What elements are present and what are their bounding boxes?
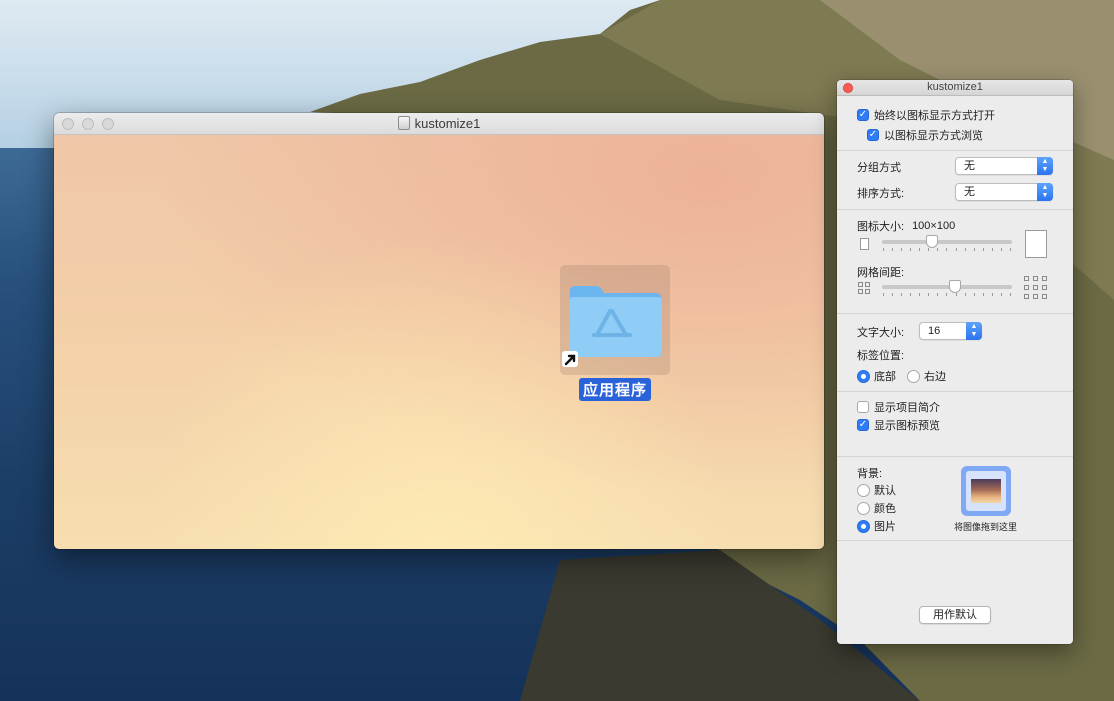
background-image-well[interactable] bbox=[961, 466, 1011, 516]
radio-selected-icon bbox=[857, 369, 870, 383]
show-item-info-checkbox[interactable]: 显示项目简介 bbox=[857, 399, 940, 415]
always-open-icon-view-checkbox[interactable]: ✓ 始终以图标显示方式打开 bbox=[857, 107, 995, 123]
show-icon-preview-checkbox[interactable]: ✓ 显示图标预览 bbox=[857, 417, 940, 433]
checkbox-icon bbox=[857, 401, 869, 413]
checkmark-icon: ✓ bbox=[857, 109, 869, 121]
label-position-right-radio[interactable]: 右边 bbox=[907, 368, 946, 384]
sort-by-select[interactable]: 无 ▲ ▼ bbox=[955, 183, 1053, 201]
grid-spacing-slider-thumb[interactable] bbox=[949, 280, 961, 293]
grid-spacing-slider[interactable] bbox=[882, 285, 1012, 289]
slider-ticks bbox=[883, 293, 1011, 296]
updown-chevron-icon: ▲ ▼ bbox=[1037, 157, 1053, 175]
divider bbox=[837, 313, 1073, 314]
tight-grid-icon bbox=[858, 282, 870, 294]
finder-window: kustomize1 应用程序 bbox=[54, 113, 824, 549]
icon-size-slider[interactable] bbox=[882, 240, 1012, 244]
divider bbox=[837, 456, 1073, 457]
item-selection-highlight bbox=[560, 265, 670, 375]
divider bbox=[837, 391, 1073, 392]
text-size-select[interactable]: 16 ▲ ▼ bbox=[919, 322, 982, 340]
panel-titlebar[interactable]: kustomize1 bbox=[837, 80, 1073, 96]
icon-size-slider-thumb[interactable] bbox=[926, 235, 938, 248]
background-picture-radio[interactable]: 图片 bbox=[857, 518, 896, 534]
drop-hint: 将图像拖到这里 bbox=[954, 522, 1018, 532]
view-options-panel: kustomize1 ✓ 始终以图标显示方式打开 ✓ 以图标显示方式浏览 分组方… bbox=[837, 80, 1073, 644]
radio-icon bbox=[907, 369, 920, 383]
sort-by-label: 排序方式: bbox=[857, 188, 905, 200]
label-position-label: 标签位置: bbox=[857, 350, 905, 362]
updown-chevron-icon: ▲ ▼ bbox=[966, 322, 982, 340]
updown-chevron-icon: ▲ ▼ bbox=[1037, 183, 1053, 201]
icon-size-label: 图标大小: 100×100 bbox=[857, 220, 956, 233]
radio-selected-icon bbox=[857, 519, 870, 533]
browse-icon-view-checkbox[interactable]: ✓ 以图标显示方式浏览 bbox=[867, 127, 983, 143]
label-position-bottom-radio[interactable]: 底部 bbox=[857, 368, 896, 384]
applications-alias-item[interactable]: 应用程序 bbox=[560, 265, 670, 401]
group-by-label: 分组方式 bbox=[857, 162, 901, 174]
use-as-defaults-button[interactable]: 用作默认 bbox=[919, 606, 991, 624]
divider bbox=[837, 209, 1073, 210]
wide-grid-icon bbox=[1024, 276, 1047, 299]
item-label[interactable]: 应用程序 bbox=[578, 378, 651, 401]
icon-size-value: 100×100 bbox=[912, 220, 956, 232]
finder-icon-view[interactable]: 应用程序 bbox=[54, 135, 824, 549]
applications-folder-alias-icon bbox=[562, 286, 662, 367]
checkmark-icon: ✓ bbox=[857, 419, 869, 431]
background-image-thumbnail bbox=[971, 479, 1001, 503]
background-color-radio[interactable]: 颜色 bbox=[857, 500, 896, 516]
small-document-icon bbox=[860, 238, 869, 250]
panel-title: kustomize1 bbox=[927, 81, 983, 93]
window-title: kustomize1 bbox=[54, 116, 824, 131]
text-size-label: 文字大小: bbox=[857, 327, 905, 339]
group-by-select[interactable]: 无 ▲ ▼ bbox=[955, 157, 1053, 175]
background-default-radio[interactable]: 默认 bbox=[857, 482, 896, 498]
divider bbox=[837, 540, 1073, 541]
disk-image-icon bbox=[397, 116, 410, 130]
grid-spacing-label: 网格间距: bbox=[857, 267, 905, 279]
divider bbox=[837, 150, 1073, 151]
radio-icon bbox=[857, 483, 870, 497]
finder-titlebar[interactable]: kustomize1 bbox=[54, 113, 824, 135]
radio-icon bbox=[857, 501, 870, 515]
large-document-icon bbox=[1025, 230, 1047, 258]
background-label: 背景: bbox=[857, 468, 883, 480]
slider-ticks bbox=[883, 248, 1011, 251]
checkmark-icon: ✓ bbox=[867, 129, 879, 141]
